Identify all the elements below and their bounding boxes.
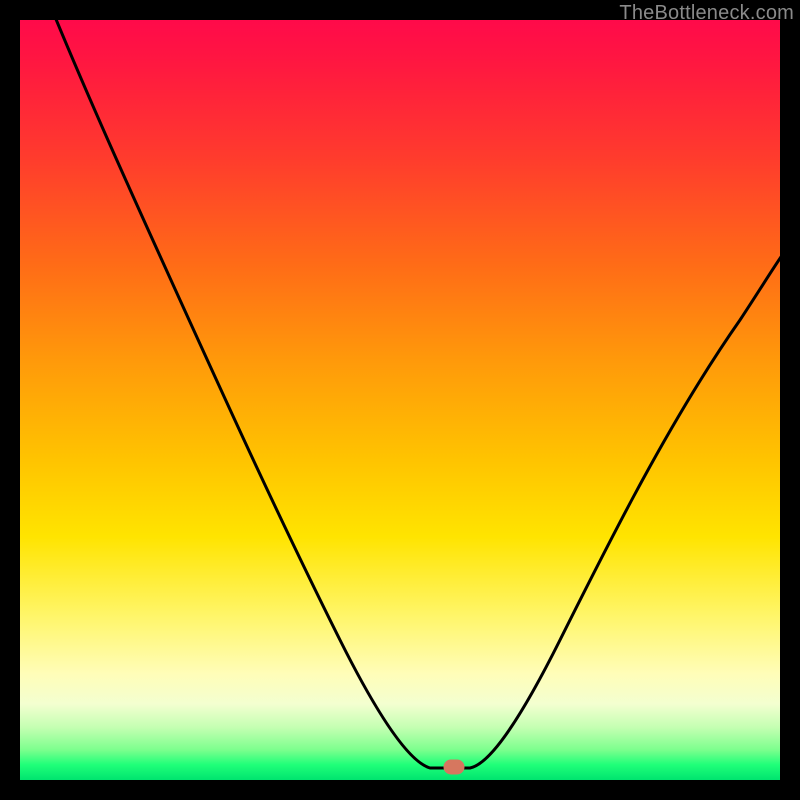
optimal-marker (444, 760, 464, 774)
chart-svg (20, 20, 780, 780)
watermark-text: TheBottleneck.com (619, 2, 794, 25)
bottleneck-curve (40, 0, 790, 768)
chart-frame (20, 20, 780, 780)
